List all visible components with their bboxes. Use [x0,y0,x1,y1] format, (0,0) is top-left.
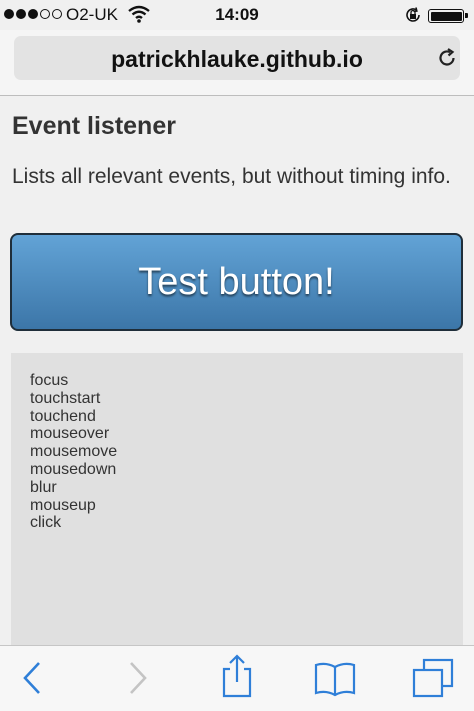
bookmarks-icon[interactable] [314,661,356,702]
status-bar: O2-UK 14:09 [0,0,474,30]
address-bar-area: patrickhlauke.github.io [0,30,474,96]
url-text[interactable]: patrickhlauke.github.io [14,46,460,73]
event-log-item: mouseup [30,496,96,514]
reload-icon[interactable] [436,47,458,74]
clock: 14:09 [215,5,259,24]
share-icon[interactable] [220,654,254,703]
event-log-item: blur [30,478,57,496]
browser-toolbar [0,645,474,711]
event-log: focus touchstart touchend mouseover mous… [11,353,463,645]
test-button[interactable]: Test button! [10,233,463,331]
page-title: Event listener [12,112,176,140]
battery-fill [430,11,462,21]
battery-icon [428,9,468,23]
battery-terminal [465,13,468,18]
event-log-item: mouseover [30,425,110,443]
event-log-item: mousedown [30,460,117,478]
event-log-item: touchend [30,407,96,425]
back-icon[interactable] [20,660,46,701]
forward-icon[interactable] [124,660,150,701]
event-log-item: touchstart [30,389,101,407]
event-log-item: click [30,514,62,532]
event-log-item: focus [30,372,69,389]
address-bar[interactable]: patrickhlauke.github.io [14,36,460,80]
tabs-icon[interactable] [412,658,454,703]
page-description: Lists all relevant events, but without t… [12,165,451,188]
event-log-item: mousemove [30,443,118,461]
rotation-lock-icon [404,6,422,29]
